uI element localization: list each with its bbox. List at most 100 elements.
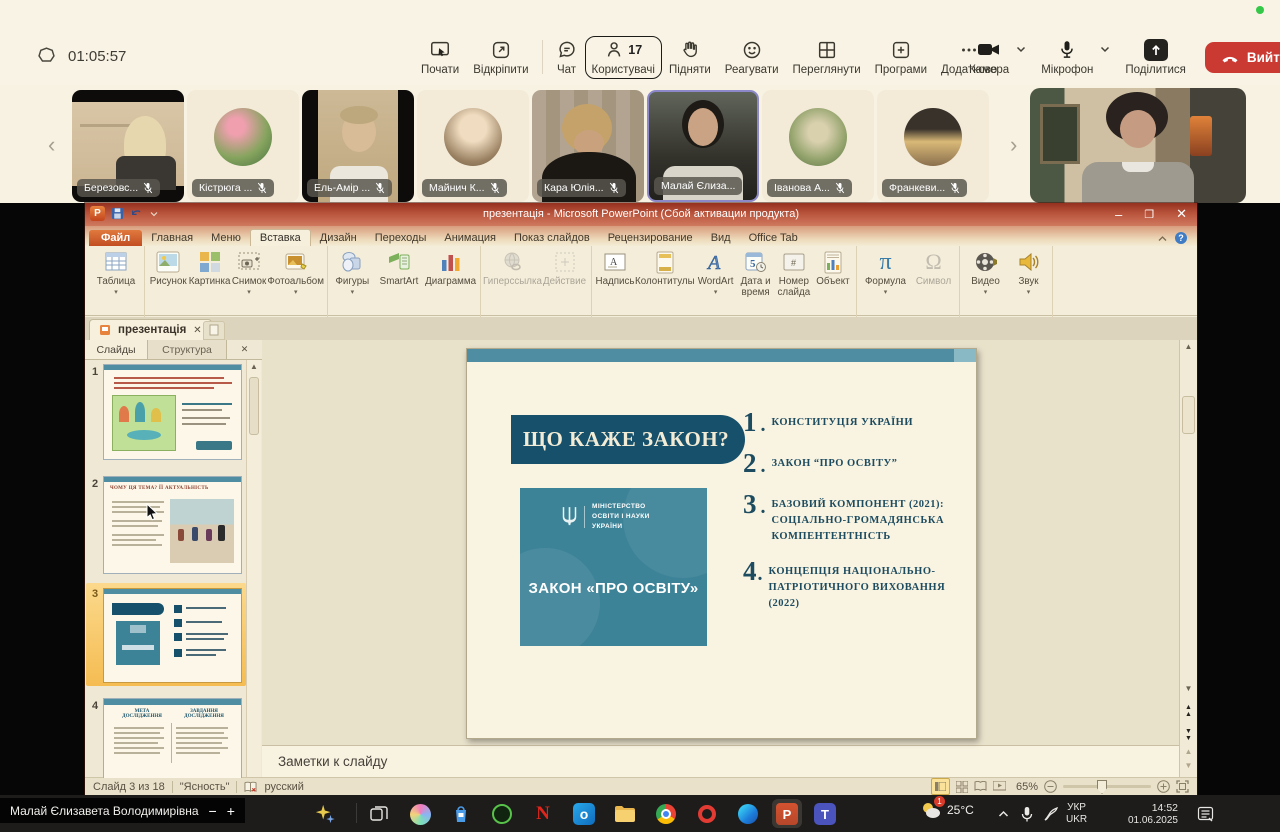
participants-button[interactable]: 17 Користувачі bbox=[585, 36, 662, 79]
ribbon-wordart-button[interactable]: A WordArt ▾ bbox=[695, 249, 737, 296]
notification-center-icon[interactable] bbox=[1192, 801, 1218, 827]
strip-scroll-left-icon[interactable]: ‹ bbox=[48, 132, 55, 158]
collapse-ribbon-icon[interactable] bbox=[1158, 236, 1167, 242]
apps-button[interactable]: Програми bbox=[868, 36, 934, 79]
ribbon-object-button[interactable]: Объект bbox=[813, 249, 853, 288]
ribbon-photoalbum-button[interactable]: Фотоальбом ▾ bbox=[267, 249, 324, 296]
ribbon-picture-button[interactable]: Рисунок bbox=[148, 249, 188, 288]
zoom-slider[interactable] bbox=[1063, 785, 1151, 788]
tab-menu[interactable]: Меню bbox=[202, 230, 250, 246]
restore-button[interactable]: ❐ bbox=[1144, 208, 1154, 221]
proofing-language[interactable]: русский bbox=[264, 781, 303, 793]
scroll-up-icon[interactable]: ▲ bbox=[1180, 340, 1197, 354]
tray-chevron-up-icon[interactable] bbox=[990, 801, 1016, 827]
slide-thumbnail-1[interactable] bbox=[103, 364, 242, 460]
mic-button[interactable]: Мікрофон bbox=[1034, 36, 1100, 79]
participant-tile-large[interactable] bbox=[1030, 88, 1246, 203]
minimize-button[interactable]: – bbox=[1115, 208, 1122, 221]
taskbar-chrome-icon[interactable] bbox=[653, 801, 679, 827]
ribbon-slidenumber-button[interactable]: # Номер слайда bbox=[775, 249, 813, 298]
ribbon-shapes-button[interactable]: Фигуры ▾ bbox=[331, 249, 373, 296]
share-button[interactable]: Поділитися bbox=[1118, 36, 1192, 79]
taskbar-teams-icon[interactable]: T bbox=[812, 801, 838, 827]
ribbon-smartart-button[interactable]: SmartArt bbox=[374, 249, 424, 288]
ribbon-clipart-button[interactable]: Картинка bbox=[188, 249, 230, 288]
tab-insert-active[interactable]: Вставка bbox=[250, 229, 311, 246]
react-button[interactable]: Реагувати bbox=[718, 36, 786, 79]
ppt-titlebar[interactable]: P презентація - Microsoft PowerPoint (Сб… bbox=[85, 203, 1197, 226]
ribbon-table-button[interactable]: Таблица ▾ bbox=[91, 249, 141, 296]
taskbar-file-explorer-icon[interactable] bbox=[612, 801, 638, 827]
pane-scroll-up-icon[interactable]: ▲ bbox=[247, 360, 261, 373]
fit-to-window-button[interactable] bbox=[1176, 780, 1189, 793]
slide-thumbnail-2[interactable]: ЧОМУ ЦЯ ТЕМА? ЇЇ АКТУАЛЬНІСТЬ bbox=[103, 476, 242, 574]
ribbon-chart-button[interactable]: Диаграмма bbox=[425, 249, 477, 288]
taskbar-green-app-icon[interactable] bbox=[489, 801, 515, 827]
help-icon[interactable]: ? bbox=[1175, 232, 1187, 244]
ribbon-audio-button[interactable]: Звук ▾ bbox=[1011, 249, 1047, 296]
tab-home[interactable]: Главная bbox=[142, 230, 202, 246]
view-button[interactable]: Переглянути bbox=[786, 36, 868, 79]
slide[interactable]: ЩО КАЖЕ ЗАКОН? МІНІСТЕРСТВО ОСВІТИ І НАУ… bbox=[466, 348, 977, 739]
pane-scroll-thumb[interactable] bbox=[249, 377, 259, 435]
slide-thumbnail-3-selected[interactable] bbox=[103, 588, 242, 683]
document-tab[interactable]: презентація ✕ bbox=[89, 319, 212, 340]
zoom-in-button[interactable] bbox=[1157, 780, 1170, 793]
ribbon-textbox-button[interactable]: A Надпись bbox=[595, 249, 635, 288]
tray-mic-icon[interactable] bbox=[1014, 801, 1040, 827]
expand-plus-icon[interactable]: + bbox=[227, 803, 235, 819]
tab-design[interactable]: Дизайн bbox=[311, 230, 366, 246]
participant-tile[interactable]: Франкеви... bbox=[877, 90, 989, 202]
camera-button[interactable]: Камера bbox=[962, 36, 1016, 79]
taskbar-edge-icon[interactable] bbox=[735, 801, 761, 827]
taskbar-task-view-icon[interactable] bbox=[366, 801, 392, 827]
participant-tile[interactable]: Майнич К... bbox=[417, 90, 529, 202]
pane-tab-slides[interactable]: Слайды bbox=[85, 340, 148, 359]
tab-view[interactable]: Вид bbox=[702, 230, 740, 246]
canvas-scrollbar[interactable]: ▲ ▼ ▲▲ ▼▼ bbox=[1179, 340, 1197, 745]
language-indicator[interactable]: УКР UKR bbox=[1066, 802, 1087, 826]
slide-sorter-view-button[interactable] bbox=[956, 781, 968, 793]
mic-chevron-icon[interactable] bbox=[1100, 46, 1110, 53]
weather-widget[interactable]: 1 25°C bbox=[920, 800, 974, 820]
slideshow-view-button[interactable] bbox=[993, 781, 1006, 792]
taskbar-opera-icon[interactable] bbox=[694, 801, 720, 827]
tab-file[interactable]: Файл bbox=[89, 230, 142, 246]
ribbon-equation-button[interactable]: π Формула ▾ bbox=[862, 249, 910, 296]
tab-office-tab[interactable]: Office Tab bbox=[740, 230, 807, 246]
next-slide-button[interactable]: ▼▼ bbox=[1180, 728, 1197, 743]
taskbar-copilot-app-icon[interactable] bbox=[407, 801, 433, 827]
notes-panel[interactable]: Заметки к слайду bbox=[262, 745, 1179, 778]
participant-tile[interactable]: Ель-Амір ... bbox=[302, 90, 414, 202]
ribbon-video-button[interactable]: Видео ▾ bbox=[966, 249, 1006, 296]
pane-scrollbar[interactable]: ▲ bbox=[246, 360, 261, 779]
taskbar-store-icon[interactable] bbox=[448, 801, 474, 827]
close-pane-icon[interactable]: ✕ bbox=[227, 340, 262, 359]
participant-tile-active-speaker[interactable]: Малай Єлиза... bbox=[647, 90, 759, 202]
close-button[interactable]: ✕ bbox=[1176, 206, 1187, 222]
reading-view-button[interactable] bbox=[974, 781, 987, 792]
taskbar-outlook-icon[interactable]: o bbox=[571, 801, 597, 827]
normal-view-button[interactable] bbox=[931, 778, 950, 795]
zoom-out-button[interactable] bbox=[1044, 780, 1057, 793]
tab-transitions[interactable]: Переходы bbox=[366, 230, 436, 246]
close-document-tab-icon[interactable]: ✕ bbox=[193, 325, 201, 336]
scroll-thumb[interactable] bbox=[1182, 396, 1195, 434]
ribbon-screenshot-button[interactable]: Снимок ▾ bbox=[231, 249, 268, 296]
tray-pen-icon[interactable] bbox=[1038, 801, 1064, 827]
taskbar-copilot-sparkle-icon[interactable] bbox=[312, 801, 338, 827]
participant-tile[interactable]: Березовс... bbox=[72, 90, 184, 202]
start-share-button[interactable]: Почати bbox=[414, 36, 466, 79]
tab-animations[interactable]: Анимация bbox=[435, 230, 505, 246]
unpin-button[interactable]: Відкріпити bbox=[466, 36, 535, 79]
spellcheck-icon[interactable] bbox=[244, 781, 257, 793]
collapse-minus-icon[interactable]: − bbox=[209, 803, 217, 819]
tab-review[interactable]: Рецензирование bbox=[599, 230, 702, 246]
previous-slide-button[interactable]: ▲▲ bbox=[1180, 704, 1197, 719]
raise-hand-button[interactable]: Підняти bbox=[662, 36, 718, 79]
leave-button[interactable]: Вийти bbox=[1205, 42, 1280, 73]
scroll-down-icon[interactable]: ▼ bbox=[1180, 684, 1197, 693]
tab-slideshow[interactable]: Показ слайдов bbox=[505, 230, 599, 246]
taskbar-powerpoint-active[interactable]: P bbox=[772, 799, 802, 828]
camera-chevron-icon[interactable] bbox=[1016, 46, 1026, 53]
